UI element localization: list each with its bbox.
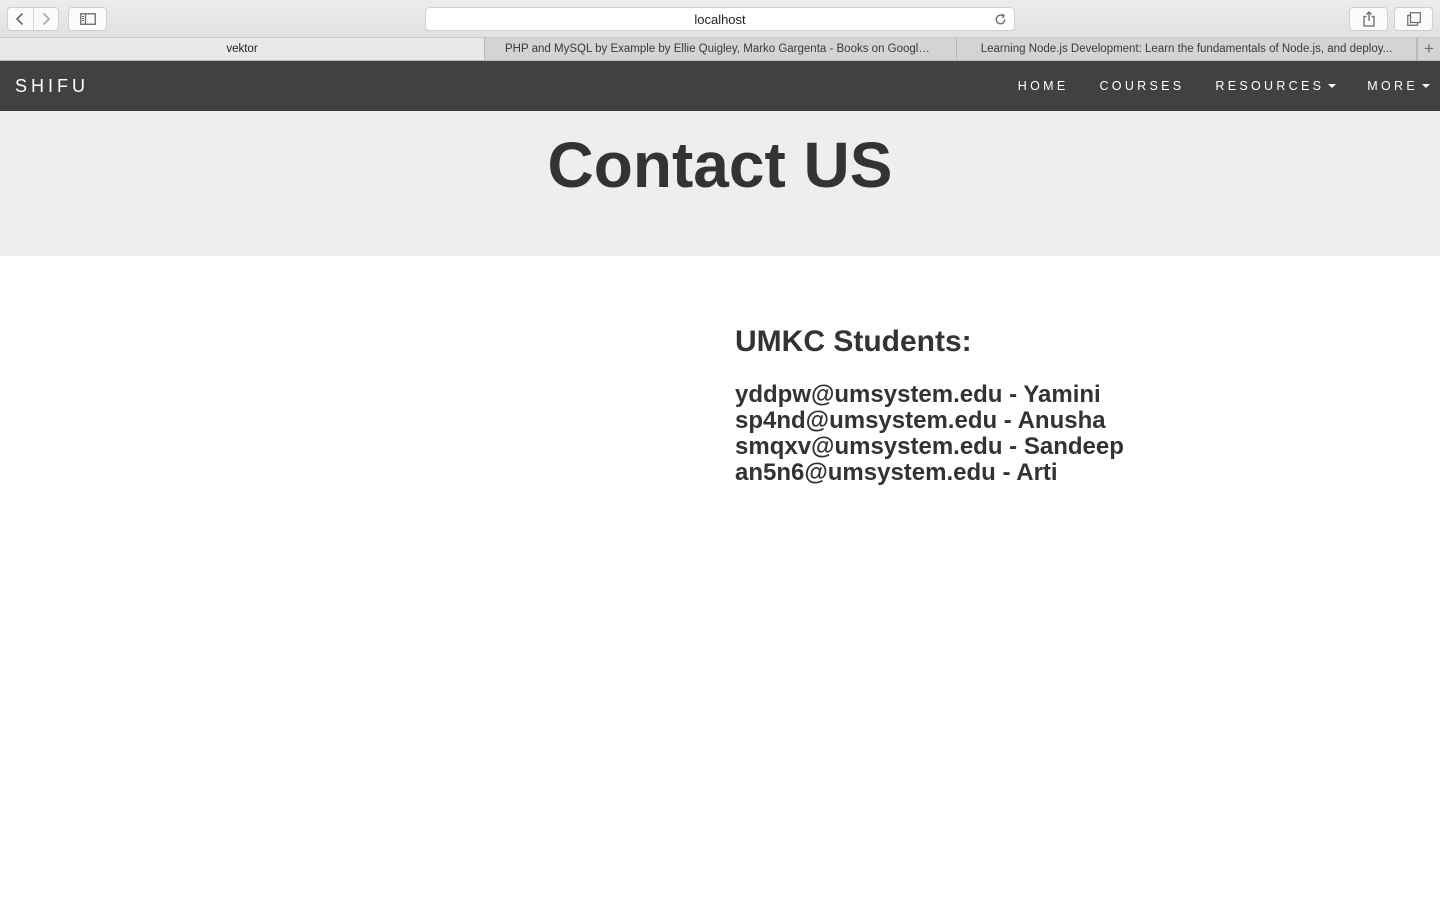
- forward-chevron-icon: [42, 12, 51, 26]
- reload-icon: [995, 13, 1005, 24]
- contact-line: an5n6@umsystem.edu - Arti: [735, 459, 1058, 486]
- nav-more-label: MORE: [1367, 79, 1418, 93]
- address-bar[interactable]: localhost: [425, 7, 1015, 31]
- caret-down-icon: [1422, 84, 1430, 88]
- nav-home[interactable]: HOME: [1018, 79, 1069, 93]
- browser-tab[interactable]: PHP and MySQL by Example by Ellie Quigle…: [485, 38, 957, 60]
- nav-courses[interactable]: COURSES: [1099, 79, 1184, 93]
- contact-heading: UMKC Students:: [735, 325, 972, 358]
- page-header: Contact US: [0, 111, 1440, 256]
- share-icon: [1362, 11, 1375, 27]
- contact-line: yddpw@umsystem.edu - Yamini: [735, 381, 1101, 408]
- contact-line: sp4nd@umsystem.edu - Anusha: [735, 407, 1106, 434]
- tab-title: vektor: [226, 43, 258, 55]
- nav-home-label: HOME: [1017, 79, 1069, 93]
- address-text: localhost: [694, 11, 746, 27]
- forward-button[interactable]: [32, 8, 58, 30]
- browser-tab[interactable]: Learning Node.js Development: Learn the …: [957, 38, 1417, 60]
- nav-resources-label: RESOURCES: [1215, 79, 1325, 93]
- contact-section: UMKC Students: yddpw@umsystem.edu - Yami…: [735, 322, 1124, 486]
- new-tab-button[interactable]: +: [1417, 38, 1440, 60]
- tabs-overview-button[interactable]: [1394, 7, 1433, 31]
- reload-button[interactable]: [992, 11, 1008, 27]
- sidebar-button[interactable]: [68, 7, 107, 31]
- browser-tab-active[interactable]: vektor: [0, 38, 485, 60]
- back-button[interactable]: [8, 8, 33, 30]
- site-brand[interactable]: SHIFU: [15, 61, 89, 111]
- nav-more-dropdown[interactable]: MORE: [1367, 79, 1430, 93]
- tab-strip: vektor PHP and MySQL by Example by Ellie…: [0, 38, 1440, 61]
- nav-courses-label: COURSES: [1099, 79, 1185, 93]
- back-chevron-icon: [16, 12, 24, 26]
- site-navbar: SHIFU HOME COURSES RESOURCES MORE: [0, 61, 1440, 111]
- page-title: Contact US: [547, 129, 893, 201]
- browser-toolbar: localhost: [0, 0, 1440, 38]
- contact-line: smqxv@umsystem.edu - Sandeep: [735, 433, 1124, 460]
- tabs-overview-icon: [1406, 12, 1421, 26]
- tab-title: PHP and MySQL by Example by Ellie Quigle…: [505, 43, 936, 55]
- nav-resources-dropdown[interactable]: RESOURCES: [1215, 79, 1337, 93]
- sidebar-icon: [79, 13, 96, 25]
- tab-title: Learning Node.js Development: Learn the …: [980, 43, 1393, 55]
- plus-icon: +: [1424, 39, 1434, 58]
- share-button[interactable]: [1349, 7, 1388, 31]
- caret-down-icon: [1328, 84, 1337, 88]
- nav-menu: HOME COURSES RESOURCES MORE: [987, 61, 1430, 111]
- history-nav-group: [7, 7, 59, 31]
